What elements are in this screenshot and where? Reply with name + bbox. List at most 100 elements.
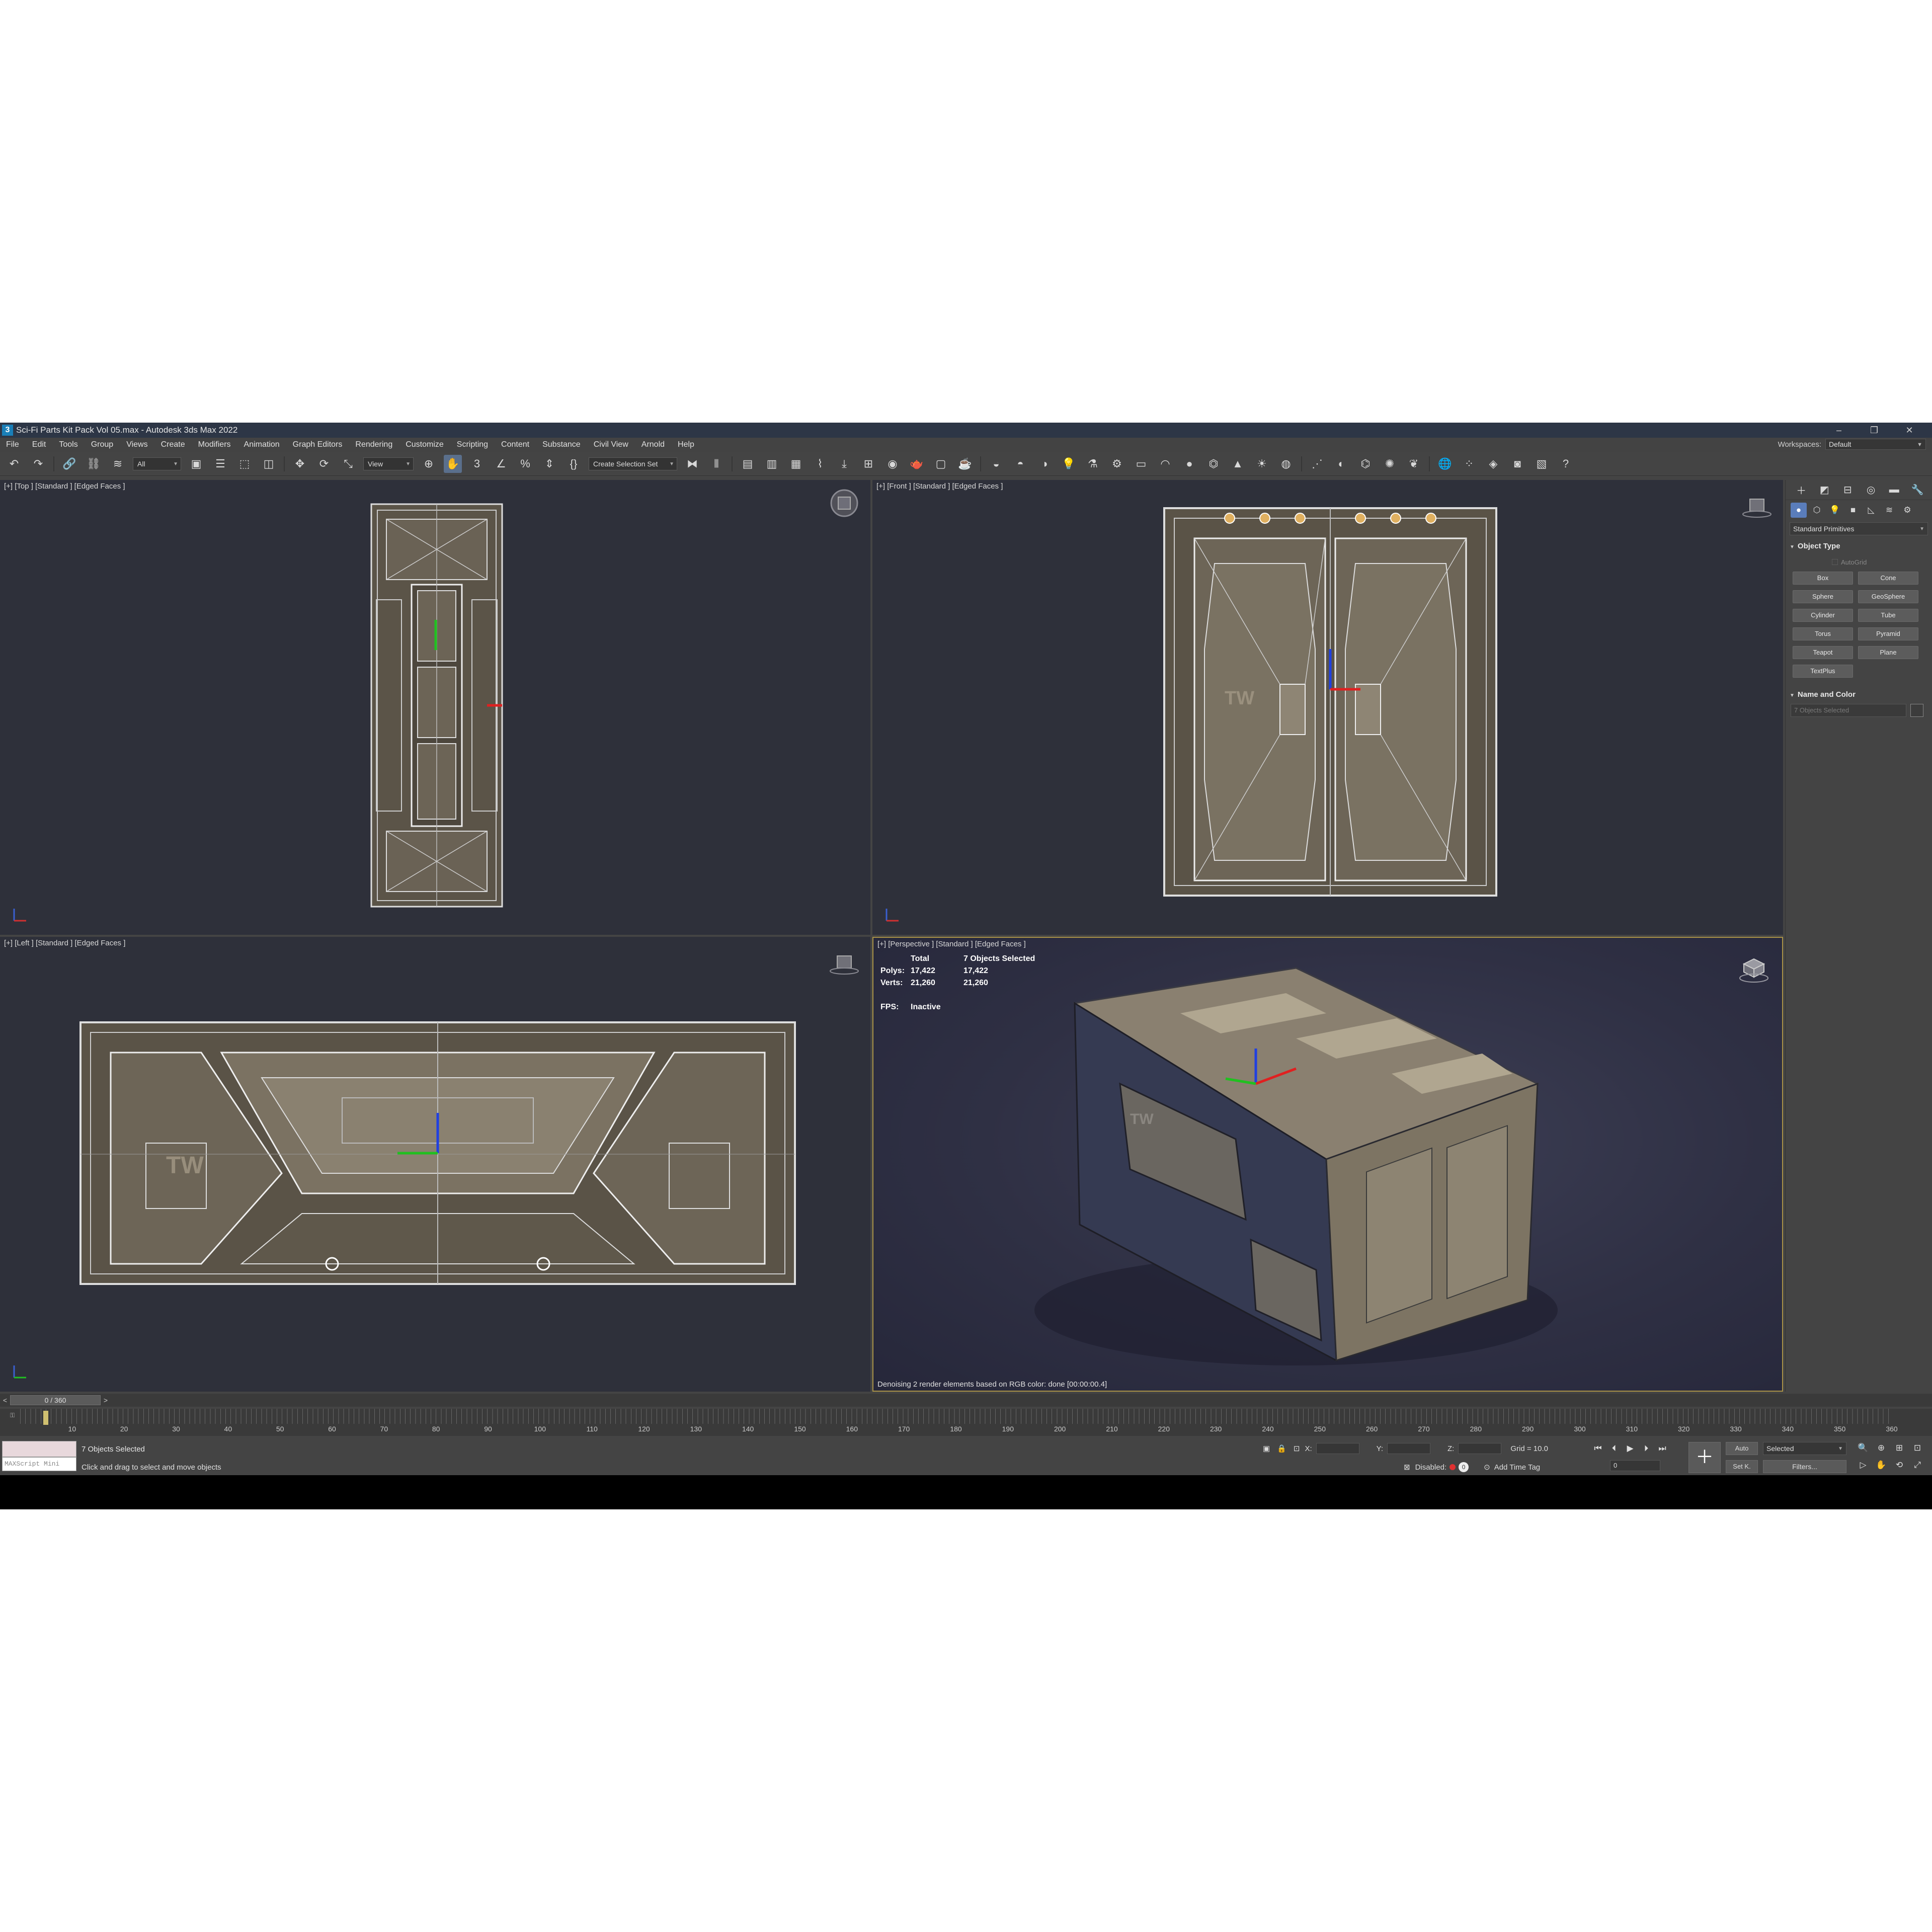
angle-snap-icon[interactable]: ∠ (492, 455, 510, 473)
menu-rendering[interactable]: Rendering (355, 440, 392, 449)
field-of-view-icon[interactable]: ▷ (1855, 1458, 1872, 1472)
batch-render-icon[interactable]: ▧ (1533, 455, 1551, 473)
next-frame-arrow[interactable]: > (101, 1395, 111, 1406)
menu-file[interactable]: File (6, 440, 19, 449)
menu-customize[interactable]: Customize (406, 440, 444, 449)
key-filters-button[interactable]: Filters... (1763, 1460, 1846, 1473)
teapot-button[interactable]: Teapot (1793, 646, 1853, 659)
render-setup-icon[interactable]: 🫖 (908, 455, 926, 473)
material-editor-icon[interactable]: ◉ (883, 455, 902, 473)
substance-icon[interactable]: ◈ (1484, 455, 1502, 473)
window-crossing-icon[interactable]: ◫ (260, 455, 278, 473)
arnold-ipr-icon[interactable]: ◓ (1011, 455, 1029, 473)
maximize-viewport-icon[interactable]: ⤢ (1909, 1458, 1926, 1472)
menu-group[interactable]: Group (91, 440, 113, 449)
viewport-top[interactable]: [+] [Top ] [Standard ] [Edged Faces ] (0, 480, 870, 935)
menu-create[interactable]: Create (161, 440, 185, 449)
arnold-render-icon[interactable]: ◒ (987, 455, 1005, 473)
systems-icon[interactable]: ⚙ (1899, 503, 1915, 518)
spacewarps-icon[interactable]: ≋ (1881, 503, 1897, 518)
scene-explorer-icon[interactable]: ▤ (739, 455, 757, 473)
menu-tools[interactable]: Tools (59, 440, 77, 449)
object-color-swatch[interactable] (1910, 704, 1923, 717)
arnold-plane-icon[interactable]: ▭ (1132, 455, 1150, 473)
snaps-toggle-icon[interactable]: 3 (468, 455, 486, 473)
lock-icon[interactable]: 🔒 (1277, 1444, 1286, 1453)
menu-scripting[interactable]: Scripting (457, 440, 488, 449)
menu-help[interactable]: Help (678, 440, 694, 449)
arnold-cylinder-icon[interactable]: ⏣ (1204, 455, 1223, 473)
maxscript-mini-input[interactable]: MAXScript Mini (2, 1457, 76, 1471)
utilities-tab-icon[interactable]: 🔧 (1909, 482, 1926, 498)
display-tab-icon[interactable]: ▬ (1886, 482, 1903, 498)
box-button[interactable]: Box (1793, 572, 1853, 585)
close-button[interactable]: ✕ (1892, 423, 1927, 438)
rectangular-selection-icon[interactable]: ⬚ (235, 455, 254, 473)
key-filter-dropdown[interactable]: Selected (1763, 1442, 1846, 1455)
primitive-category-dropdown[interactable]: Standard Primitives (1790, 522, 1928, 535)
absolute-mode-icon[interactable]: ⊡ (1294, 1444, 1300, 1453)
menu-graph-editors[interactable]: Graph Editors (293, 440, 343, 449)
viewport-front[interactable]: [+] [Front ] [Standard ] [Edged Faces ] … (872, 480, 1783, 935)
auto-key-button[interactable]: Auto (1726, 1442, 1758, 1455)
arnold-sun-icon[interactable]: ☀ (1253, 455, 1271, 473)
hierarchy-tab-icon[interactable]: ⊟ (1839, 482, 1856, 498)
time-slider-handle[interactable]: 0 / 360 (10, 1395, 101, 1405)
volume-icon[interactable]: ◐ (1332, 455, 1350, 473)
zoom-all-icon[interactable]: ⊕ (1873, 1441, 1890, 1455)
play-icon[interactable]: ▶ (1622, 1442, 1638, 1455)
edit-named-selection-icon[interactable]: {} (565, 455, 583, 473)
viewport-label[interactable]: [+] [Left ] [Standard ] [Edged Faces ] (4, 939, 125, 947)
arnold-light-icon[interactable]: 💡 (1060, 455, 1078, 473)
geometry-icon[interactable]: ● (1791, 503, 1807, 518)
arnold-sphere-icon[interactable]: ● (1180, 455, 1198, 473)
viewport-label[interactable]: [+] [Perspective ] [Standard ] [Edged Fa… (877, 940, 1026, 948)
workspace-dropdown[interactable]: Default (1825, 439, 1926, 450)
set-key-icon[interactable]: ＋ (1688, 1442, 1721, 1473)
schematic-view-icon[interactable]: ⊞ (859, 455, 877, 473)
palette-icon[interactable]: ⁘ (1460, 455, 1478, 473)
helpers-icon[interactable]: ◺ (1863, 503, 1879, 518)
adaptive-degradation-icon[interactable]: ⊠ (1404, 1463, 1410, 1472)
create-tab-icon[interactable]: ＋ (1793, 482, 1810, 498)
selection-filter-dropdown[interactable]: All (133, 457, 181, 470)
pan-icon[interactable]: ✋ (1873, 1458, 1890, 1472)
unlink-icon[interactable]: ⛓ (85, 455, 103, 473)
menu-substance[interactable]: Substance (542, 440, 581, 449)
go-to-end-icon[interactable]: ⏭ (1654, 1442, 1670, 1455)
frame-zero-icon[interactable]: 0 (1459, 1462, 1469, 1472)
plant-icon[interactable]: ❦ (1405, 455, 1423, 473)
current-frame-marker[interactable] (43, 1411, 48, 1425)
bind-spacewarp-icon[interactable]: ≋ (109, 455, 127, 473)
cone-button[interactable]: Cone (1858, 572, 1918, 585)
go-to-start-icon[interactable]: ⏮ (1590, 1442, 1606, 1455)
arnold-dome-icon[interactable]: ◠ (1156, 455, 1174, 473)
align-icon[interactable]: ⫴ (707, 455, 726, 473)
select-move-icon[interactable]: ✥ (291, 455, 309, 473)
ribbon-toggle-icon[interactable]: ▦ (787, 455, 805, 473)
rendered-frame-window-icon[interactable]: ▢ (932, 455, 950, 473)
menu-content[interactable]: Content (501, 440, 529, 449)
arnold-tools-icon[interactable]: ⚙ (1108, 455, 1126, 473)
arnold-cone-icon[interactable]: ▲ (1229, 455, 1247, 473)
torus-button[interactable]: Torus (1793, 627, 1853, 640)
tube-button[interactable]: Tube (1858, 609, 1918, 622)
select-manipulate-icon[interactable]: ✋ (444, 454, 462, 473)
pyramid-button[interactable]: Pyramid (1858, 627, 1918, 640)
sphere-button[interactable]: Sphere (1793, 590, 1853, 603)
undo-icon[interactable]: ↶ (5, 455, 23, 473)
viewcube-icon[interactable] (828, 947, 860, 979)
lights-icon[interactable]: 💡 (1827, 503, 1843, 518)
select-object-icon[interactable]: ▣ (187, 455, 205, 473)
trackbar[interactable]: ⚿ 10 20 30 40 50 60 70 80 90 100 110 120 130 140 150 16… (0, 1409, 1932, 1436)
percent-snap-icon[interactable]: % (516, 455, 534, 473)
help-icon[interactable]: ? (1557, 455, 1575, 473)
viewport-label[interactable]: [+] [Top ] [Standard ] [Edged Faces ] (4, 482, 125, 491)
restore-button[interactable]: ❐ (1857, 423, 1892, 438)
viewport-left[interactable]: [+] [Left ] [Standard ] [Edged Faces ] T… (0, 937, 870, 1392)
steering-wheel-icon[interactable] (828, 487, 860, 519)
current-frame-field[interactable]: 0 (1610, 1460, 1660, 1471)
plane-button[interactable]: Plane (1858, 646, 1918, 659)
time-tag-icon[interactable]: ⊙ (1484, 1463, 1490, 1472)
spinner-snap-icon[interactable]: ⇕ (540, 455, 558, 473)
